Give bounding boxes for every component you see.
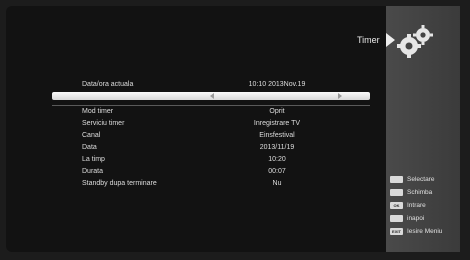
current-datetime-value: 10:10 2013Nov.19 <box>248 81 306 88</box>
legend-schimba: Schimba <box>390 187 460 198</box>
legend-label: Schimba <box>407 189 433 196</box>
legend-iesire-meniu: EXIT Iesire Meniu <box>390 226 460 237</box>
arrow-left-icon <box>210 93 214 99</box>
legend-inapoi: inapoi <box>390 213 460 224</box>
setting-label: Standby dupa terminare <box>82 180 157 187</box>
key-icon <box>390 189 403 196</box>
key-icon <box>390 215 403 222</box>
key-icon <box>390 176 403 183</box>
legend-label: Iesire Meniu <box>407 228 443 235</box>
key-icon: EXIT <box>390 228 403 235</box>
setting-row-standby[interactable]: Standby dupa terminare Nu <box>82 177 362 190</box>
current-datetime-label: Data/ora actuala <box>82 81 134 88</box>
legend-label: Selectare <box>407 176 435 183</box>
gear-icon <box>397 25 433 58</box>
key-icon: OK <box>390 202 403 209</box>
arrow-right-icon <box>338 93 342 99</box>
page-title: Timer <box>357 35 380 45</box>
legend-label: inapoi <box>407 215 425 222</box>
selection-highlight[interactable] <box>52 92 370 100</box>
legend-selectare: Selectare <box>390 174 460 185</box>
current-datetime-row: Data/ora actuala 10:10 2013Nov.19 <box>82 78 362 91</box>
setting-value: Nu <box>272 180 282 187</box>
legend-label: Intrare <box>407 202 426 209</box>
legend-intrare: OK Intrare <box>390 200 460 211</box>
chevron-right-icon <box>386 33 395 47</box>
